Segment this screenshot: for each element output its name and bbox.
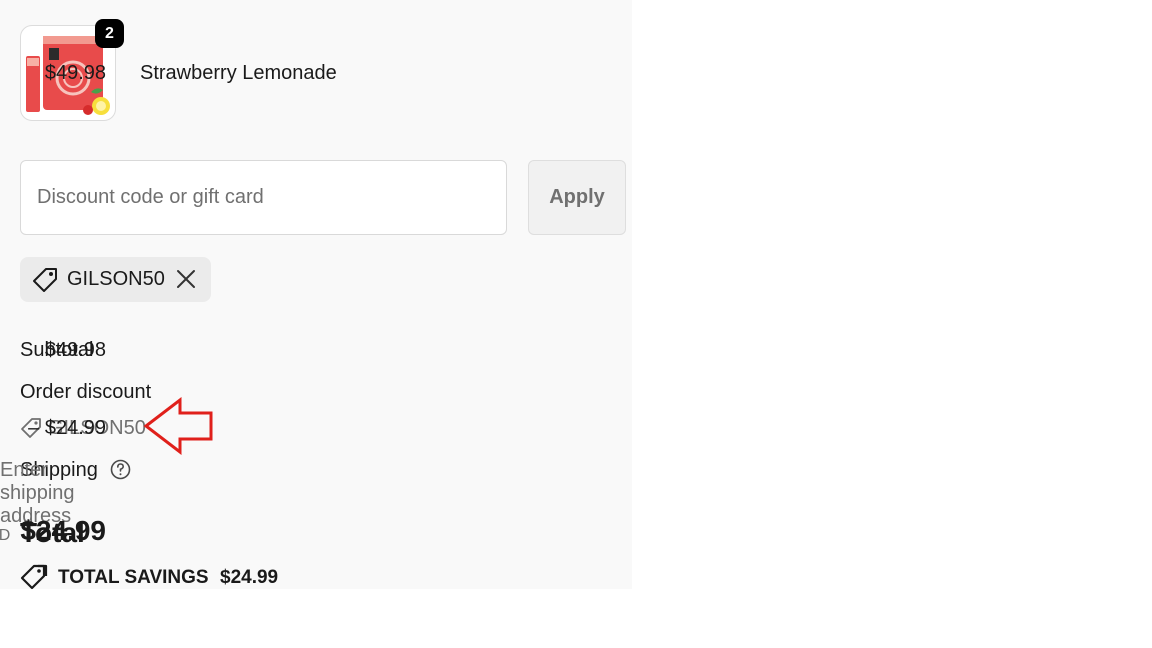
total-savings-value: $24.99 — [220, 567, 279, 588]
apply-button[interactable]: Apply — [528, 160, 626, 235]
discount-code-input[interactable] — [20, 160, 507, 235]
order-discount-value: – $24.99 — [28, 417, 106, 439]
applied-discount-chip: GILSON50 — [20, 257, 211, 302]
discount-chip-label: GILSON50 — [67, 268, 165, 290]
product-name: Strawberry Lemonade — [140, 62, 337, 84]
savings-tag-icon — [20, 564, 48, 590]
subtotal-value: $49.98 — [44, 339, 106, 361]
order-summary-panel: 2 Strawberry Lemonade $49.98 Apply GILSO… — [0, 0, 632, 590]
total-amount: USD $24.99 — [0, 515, 106, 547]
total-value: $24.99 — [20, 515, 106, 546]
total-savings-label: TOTAL SAVINGS — [58, 567, 209, 588]
product-price: $49.98 — [44, 62, 106, 84]
currency-code: USD — [0, 527, 11, 544]
order-discount-label: Order discount — [20, 381, 152, 403]
quantity-badge: 2 — [95, 19, 124, 48]
help-icon[interactable] — [110, 459, 131, 480]
annotation-arrow-icon — [143, 397, 213, 455]
remove-discount-close-icon[interactable] — [175, 268, 197, 290]
tag-icon — [33, 268, 57, 292]
